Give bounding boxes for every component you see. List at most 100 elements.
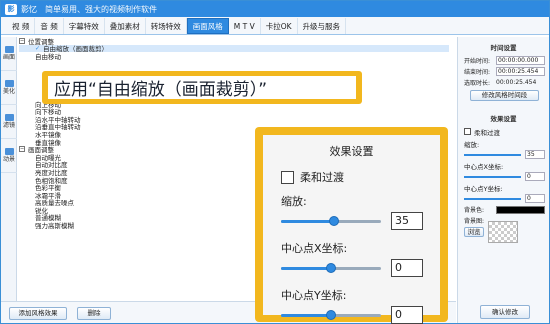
slider-fill <box>281 314 331 317</box>
soft-transition-label: 柔和过渡 <box>474 128 500 137</box>
tree-item-label: 强力高斯模糊 <box>35 222 74 231</box>
zoom-scale-label: 缩放: <box>281 195 307 208</box>
start-time-row: 开始时间: 00:00:00.000 <box>464 56 545 65</box>
app-logo: 影 <box>5 3 17 15</box>
cx-label-row: 中心点X坐标: <box>464 161 545 171</box>
bgcolor-row: 背景色: <box>464 205 545 214</box>
vtab-filter[interactable]: 滤镜 <box>1 105 17 139</box>
cy-slider[interactable] <box>464 197 521 200</box>
slider-knob[interactable] <box>326 263 336 273</box>
zoom-scale-row: 35 <box>263 212 440 230</box>
collapse-icon[interactable]: − <box>19 37 25 44</box>
beautify-icon <box>4 80 14 87</box>
duration-value: 00:00:25.454 <box>496 79 537 86</box>
bgimage-preview <box>488 220 518 243</box>
zoom-overlay: 效果设置 柔和过渡 缩放: 35 中心点X坐标: 0 中心点Y坐标: 0 <box>255 127 448 324</box>
zoom-soft-checkbox[interactable] <box>281 170 294 184</box>
collapse-icon[interactable]: − <box>19 146 25 153</box>
zoom-cx-label: 中心点X坐标: <box>281 242 348 255</box>
bgcolor-label: 背景色: <box>464 207 485 214</box>
confirm-button[interactable]: 确认修改 <box>480 305 530 319</box>
app-subtitle: 简单易用、强大的视频制作软件 <box>45 4 157 14</box>
vtab-motion[interactable]: 动景 <box>1 139 17 173</box>
zoom-scale-field[interactable]: 35 <box>391 212 423 230</box>
zoom-cy-row: 0 <box>263 306 440 324</box>
zoom-scale-label-row: 缩放: <box>263 193 440 209</box>
soft-transition-row[interactable]: 柔和过渡 <box>464 127 545 137</box>
zoom-cx-row: 0 <box>263 259 440 277</box>
tree-item[interactable]: 沿水平中轴转动 <box>19 115 449 124</box>
picture-icon <box>4 46 14 53</box>
slider-fill <box>281 267 331 270</box>
zoom-cx-field[interactable]: 0 <box>391 259 423 277</box>
tab-mtv[interactable]: M T V <box>229 18 261 34</box>
zoom-cx-slider[interactable] <box>281 263 381 273</box>
start-time-field[interactable]: 00:00:00.000 <box>496 56 545 65</box>
duration-row: 选取时长: 00:00:25.454 <box>464 78 545 87</box>
zoom-panel: 效果设置 柔和过渡 缩放: 35 中心点X坐标: 0 中心点Y坐标: 0 <box>263 135 440 324</box>
cy-field[interactable]: 0 <box>525 194 545 203</box>
zoom-soft-label: 柔和过渡 <box>300 171 344 184</box>
browse-button[interactable]: 浏览 <box>464 226 484 237</box>
cy-row: 0 <box>464 194 545 203</box>
effect-settings-title: 效果设置 <box>490 115 517 123</box>
vtab-label: 画面 <box>2 54 15 61</box>
title-bar: 影 影忆 简单易用、强大的视频制作软件 <box>1 1 549 17</box>
cx-slider[interactable] <box>464 175 521 178</box>
end-time-field[interactable]: 00:00:25.454 <box>496 67 545 76</box>
zoom-cy-label: 中心点Y坐标: <box>281 289 347 302</box>
duration-label: 选取时长: <box>464 80 491 87</box>
add-style-label: 添加风格效果 <box>18 309 58 317</box>
motion-icon <box>4 148 14 155</box>
delete-label: 删除 <box>87 309 101 317</box>
tree-item[interactable]: 向下移动 <box>19 107 449 116</box>
tab-subtitle[interactable]: 字幕特效 <box>64 18 105 34</box>
vtab-label: 滤镜 <box>2 122 15 129</box>
filter-icon <box>4 114 14 121</box>
vertical-tabs: 画面 美化 滤镜 动景 <box>1 37 17 303</box>
tree-item-free-zoom[interactable]: ✓ 自由缩放（画面裁剪） <box>19 44 449 53</box>
browse-row: 浏览 <box>464 220 545 243</box>
tab-karaoke[interactable]: 卡拉OK <box>261 18 298 34</box>
tab-overlay[interactable]: 叠加素材 <box>105 18 146 34</box>
cx-field[interactable]: 0 <box>525 172 545 181</box>
callout-text: 应用“自由缩放（画面裁剪）” <box>48 76 356 100</box>
zoom-scale-slider[interactable] <box>281 216 381 226</box>
scale-row: 35 <box>464 150 545 159</box>
slider-fill <box>281 220 334 223</box>
vtab-label: 动景 <box>2 156 15 163</box>
zoom-soft-row[interactable]: 柔和过渡 <box>263 169 440 185</box>
cy-label-row: 中心点Y坐标: <box>464 183 545 193</box>
add-style-button[interactable]: 添加风格效果 <box>9 307 67 320</box>
right-panel: 时间设置 开始时间: 00:00:00.000 结束时间: 00:00:25.454… <box>457 37 549 323</box>
menu-bar: 视 频 音 频 字幕特效 叠加素材 转场特效 画面风格 M T V 卡拉OK 升… <box>1 17 549 35</box>
tab-transition[interactable]: 转场特效 <box>146 18 187 34</box>
scale-label-row: 缩放: <box>464 139 545 149</box>
cy-label: 中心点Y坐标: <box>464 184 503 193</box>
tree-item-label: 自由移动 <box>35 52 61 61</box>
tab-upgrade[interactable]: 升级与服务 <box>298 18 347 34</box>
cx-row: 0 <box>464 172 545 181</box>
zoom-cx-label-row: 中心点X坐标: <box>263 240 440 256</box>
slider-knob[interactable] <box>329 216 339 226</box>
zoom-cy-slider[interactable] <box>281 310 381 320</box>
tab-video[interactable]: 视 频 <box>7 18 36 34</box>
scale-slider[interactable] <box>464 153 521 156</box>
vtab-beautify[interactable]: 美化 <box>1 71 17 105</box>
slider-knob[interactable] <box>326 310 336 320</box>
scale-label: 缩放: <box>464 140 480 149</box>
zoom-cy-field[interactable]: 0 <box>391 306 423 324</box>
bgcolor-swatch[interactable] <box>496 205 545 214</box>
time-settings-title: 时间设置 <box>490 44 517 52</box>
zoom-title: 效果设置 <box>329 145 374 158</box>
delete-button[interactable]: 删除 <box>77 307 111 320</box>
vtab-picture[interactable]: 画面 <box>1 37 17 71</box>
start-time-label: 开始时间: <box>464 58 491 65</box>
tab-style[interactable]: 画面风格 <box>186 18 229 34</box>
tab-audio[interactable]: 音 频 <box>35 18 64 34</box>
modify-time-button[interactable]: 修改风格时间段 <box>470 90 539 101</box>
app-name: 影忆 <box>21 4 37 14</box>
scale-field[interactable]: 35 <box>525 150 545 159</box>
end-time-row: 结束时间: 00:00:25.454 <box>464 67 545 76</box>
soft-transition-checkbox[interactable] <box>464 128 471 135</box>
